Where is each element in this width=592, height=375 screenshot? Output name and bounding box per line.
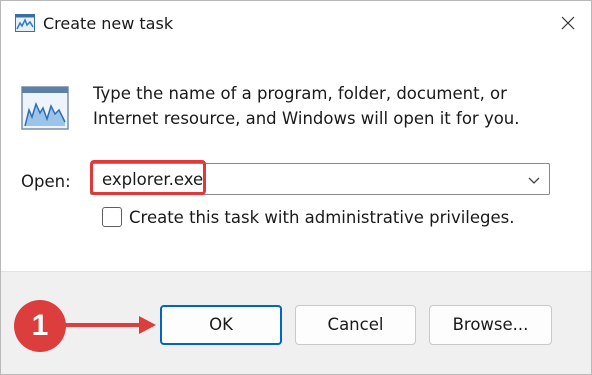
window-title: Create new task xyxy=(43,14,174,33)
chevron-down-icon[interactable] xyxy=(527,173,541,187)
create-task-dialog: Create new task Type the name of a progr… xyxy=(0,0,592,375)
step-number-badge: 1 xyxy=(14,300,66,352)
dialog-body: Type the name of a program, folder, docu… xyxy=(1,45,591,271)
title-bar: Create new task xyxy=(1,1,591,45)
open-combobox[interactable]: explorer.exe xyxy=(90,163,550,195)
task-manager-icon xyxy=(21,86,69,130)
dialog-description: Type the name of a program, folder, docu… xyxy=(93,84,520,128)
close-button[interactable] xyxy=(545,1,591,45)
annotation-arrow-head xyxy=(139,316,156,334)
open-input[interactable]: explorer.exe xyxy=(102,169,203,191)
close-icon xyxy=(561,16,575,30)
annotation-arrow xyxy=(65,323,143,327)
open-label: Open: xyxy=(21,172,71,191)
admin-privileges-label[interactable]: Create this task with administrative pri… xyxy=(129,207,515,229)
admin-privileges-checkbox[interactable] xyxy=(102,207,122,227)
browse-button[interactable]: Browse... xyxy=(429,305,552,345)
cancel-button[interactable]: Cancel xyxy=(295,305,416,345)
ok-button[interactable]: OK xyxy=(160,305,282,345)
task-manager-icon xyxy=(15,14,35,32)
button-bar: 1 OK Cancel Browse... xyxy=(1,271,591,374)
